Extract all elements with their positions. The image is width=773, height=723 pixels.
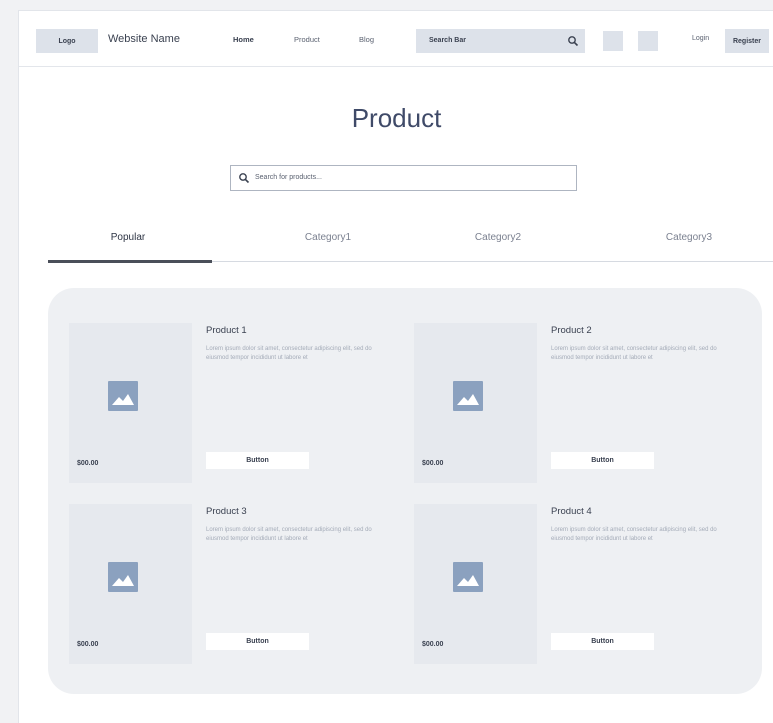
register-button[interactable]: Register [725, 29, 769, 53]
search-icon[interactable] [567, 35, 579, 47]
register-label: Register [732, 37, 761, 45]
login-link[interactable]: Login [692, 35, 709, 42]
product-card: $00.00 Product 2 Lorem ipsum dolor sit a… [414, 323, 744, 483]
product-button[interactable]: Button [551, 633, 654, 650]
product-name[interactable]: Product 2 [551, 325, 592, 336]
product-price: $00.00 [77, 460, 99, 467]
website-name[interactable]: Website Name [108, 33, 180, 45]
product-button-label: Button [246, 457, 269, 464]
tab-category3[interactable]: Category3 [609, 232, 769, 243]
tab-popular[interactable]: Popular [48, 232, 208, 243]
product-name[interactable]: Product 3 [206, 506, 247, 517]
product-image[interactable]: $00.00 [69, 323, 192, 483]
product-search-input[interactable]: Search for products... [230, 165, 577, 191]
product-name[interactable]: Product 4 [551, 506, 592, 517]
product-search-placeholder: Search for products... [255, 174, 322, 181]
nav-product-link[interactable]: Product [294, 35, 320, 44]
tab-category2[interactable]: Category2 [418, 232, 578, 243]
product-card: $00.00 Product 4 Lorem ipsum dolor sit a… [414, 504, 744, 664]
product-button-label: Button [246, 638, 269, 645]
logo[interactable]: Logo [36, 29, 98, 53]
image-placeholder-icon [108, 562, 138, 592]
product-description: Lorem ipsum dolor sit amet, consectetur … [551, 527, 717, 542]
product-button-label: Button [591, 638, 614, 645]
product-image[interactable]: $00.00 [69, 504, 192, 664]
nav-blog-link[interactable]: Blog [359, 35, 374, 44]
header-icon-placeholder-2[interactable] [638, 31, 658, 51]
page-title: Product [351, 103, 442, 133]
product-price: $00.00 [422, 460, 444, 467]
logo-text: Logo [58, 37, 76, 45]
product-grid: $00.00 Product 1 Lorem ipsum dolor sit a… [48, 288, 762, 694]
product-description: Lorem ipsum dolor sit amet, consectetur … [206, 346, 372, 361]
product-price: $00.00 [422, 641, 444, 648]
category-tabs: Popular Category1 Category2 Category3 [48, 218, 773, 262]
page: Logo Website Name Home Product Blog Sear… [18, 10, 773, 723]
product-button[interactable]: Button [206, 633, 309, 650]
product-button-label: Button [591, 457, 614, 464]
image-placeholder-icon [453, 381, 483, 411]
header-icon-placeholder-1[interactable] [603, 31, 623, 51]
active-tab-indicator [48, 260, 212, 263]
product-button[interactable]: Button [206, 452, 309, 469]
image-placeholder-icon [453, 562, 483, 592]
product-image[interactable]: $00.00 [414, 323, 537, 483]
product-description: Lorem ipsum dolor sit amet, consectetur … [206, 527, 372, 542]
image-placeholder-icon [108, 381, 138, 411]
nav-home-link[interactable]: Home [233, 35, 254, 44]
product-card: $00.00 Product 3 Lorem ipsum dolor sit a… [69, 504, 399, 664]
search-icon [239, 173, 250, 184]
product-card: $00.00 Product 1 Lorem ipsum dolor sit a… [69, 323, 399, 483]
product-image[interactable]: $00.00 [414, 504, 537, 664]
header-search-placeholder: Search Bar [429, 37, 466, 44]
tab-category1[interactable]: Category1 [248, 232, 408, 243]
product-name[interactable]: Product 1 [206, 325, 247, 336]
top-nav-bar: Logo Website Name Home Product Blog Sear… [19, 11, 773, 67]
product-price: $00.00 [77, 641, 99, 648]
product-description: Lorem ipsum dolor sit amet, consectetur … [551, 346, 717, 361]
product-button[interactable]: Button [551, 452, 654, 469]
header-search-bar[interactable]: Search Bar [416, 29, 585, 53]
